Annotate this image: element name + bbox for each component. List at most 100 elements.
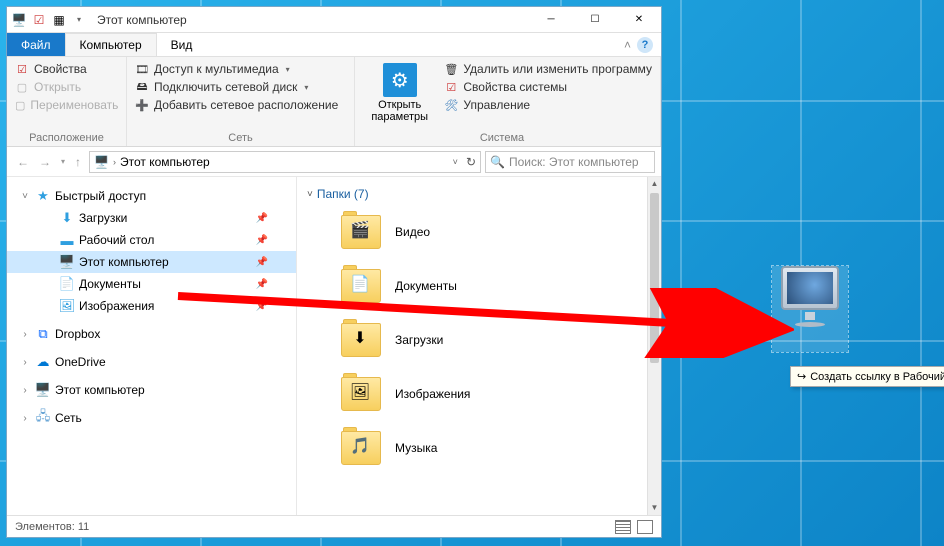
nav-up-icon[interactable]: ↑: [71, 153, 85, 171]
folder-label: Музыка: [395, 441, 437, 455]
folder-item[interactable]: 📄Документы: [337, 259, 643, 313]
folders-header-label: Папки (7): [317, 187, 369, 201]
details-view-icon[interactable]: [615, 520, 631, 534]
address-refresh-icon[interactable]: ↻: [466, 155, 476, 169]
sidebar-item-downloads[interactable]: ⬇ Загрузки 📌: [7, 207, 296, 229]
folder-label: Документы: [395, 279, 457, 293]
folder-item[interactable]: ⬇Загрузки: [337, 313, 643, 367]
scroll-thumb[interactable]: [650, 193, 659, 363]
folder-icon: 🎵: [341, 431, 381, 465]
sidebar-item-dropbox[interactable]: › ⧉ Dropbox: [7, 323, 296, 345]
ribbon-add-network[interactable]: ➕Добавить сетевое расположение: [133, 97, 348, 113]
ribbon-access-media-label: Доступ к мультимедиа: [154, 62, 279, 76]
chevron-right-icon: ›: [19, 413, 31, 424]
desktop-icon: ▬: [59, 232, 75, 248]
search-icon: 🔍: [490, 155, 505, 169]
sidebar-network-label: Сеть: [55, 411, 82, 425]
qat-new-folder-icon[interactable]: ▦: [51, 12, 67, 28]
ribbon-open: ▢Открыть: [13, 79, 120, 95]
qat-dropdown-icon[interactable]: ▾: [71, 12, 87, 28]
tab-view[interactable]: Вид: [157, 33, 207, 56]
ribbon-sys-props[interactable]: ☑Свойства системы: [442, 79, 654, 95]
address-dropdown-icon[interactable]: ˅: [453, 157, 458, 167]
nav-forward-icon[interactable]: →: [35, 153, 55, 171]
close-button[interactable]: ✕: [617, 7, 661, 33]
ribbon: ☑Свойства ▢Открыть ▢Переименовать Распол…: [7, 57, 661, 147]
sidebar-pictures-label: Изображения: [79, 299, 154, 313]
chevron-right-icon: ›: [19, 329, 31, 340]
shortcut-icon: ↪: [797, 370, 806, 383]
ribbon-open-label: Открыть: [34, 80, 81, 94]
network-icon: 🖧: [35, 410, 51, 426]
address-separator-icon: ›: [113, 157, 116, 167]
ribbon-properties[interactable]: ☑Свойства: [13, 61, 120, 77]
sidebar-item-this-pc-2[interactable]: › 🖥️ Этот компьютер: [7, 379, 296, 401]
ribbon-map-network-label: Подключить сетевой диск: [154, 80, 297, 94]
help-icon[interactable]: ?: [637, 37, 653, 53]
status-bar: Элементов: 11: [7, 515, 661, 537]
ribbon-manage[interactable]: 🛠Управление: [442, 97, 654, 113]
drop-tooltip: ↪ Создать ссылку в Рабочий стол: [790, 366, 944, 387]
gear-icon: ⚙: [383, 63, 417, 97]
nav-back-icon[interactable]: ←: [13, 153, 33, 171]
folder-item[interactable]: 🎬Видео: [337, 205, 643, 259]
sidebar-documents-label: Документы: [79, 277, 141, 291]
ribbon-open-settings[interactable]: ⚙ Открыть параметры: [361, 61, 438, 144]
ribbon-map-network[interactable]: 🖴Подключить сетевой диск▾: [133, 79, 348, 95]
computer-icon: 🖥️: [59, 254, 75, 270]
ribbon-collapse-icon[interactable]: ˄: [624, 38, 631, 52]
sidebar-quick-access-label: Быстрый доступ: [55, 189, 146, 203]
content-pane[interactable]: ˅ Папки (7) 🎬Видео📄Документы⬇Загрузки 🖼 Из…: [297, 177, 647, 515]
monitor-icon: [781, 266, 839, 310]
folder-label: Изображения: [395, 387, 470, 401]
ribbon-uninstall[interactable]: 🗑Удалить или изменить программу: [442, 61, 654, 77]
sidebar-onedrive-label: OneDrive: [55, 355, 106, 369]
scroll-down-icon[interactable]: ▼: [648, 501, 661, 515]
ribbon-sys-props-label: Свойства системы: [463, 80, 567, 94]
chevron-right-icon: ›: [19, 357, 31, 368]
folder-label: Загрузки: [395, 333, 443, 347]
folder-icon: 🖼: [341, 377, 381, 411]
nav-recent-icon[interactable]: ▾: [57, 155, 69, 168]
desktop-drop-target[interactable]: [772, 266, 848, 352]
ribbon-access-media[interactable]: 🎞Доступ к мультимедиа▾: [133, 61, 348, 77]
onedrive-icon: ☁: [35, 354, 51, 370]
sidebar-item-this-pc[interactable]: 🖥️ Этот компьютер 📌: [7, 251, 296, 273]
qat-properties-icon[interactable]: ☑: [31, 12, 47, 28]
folder-label: Видео: [395, 225, 430, 239]
ribbon-add-network-label: Добавить сетевое расположение: [154, 98, 338, 112]
file-explorer-window: 🖥️ ☑ ▦ ▾ Этот компьютер ─ ☐ ✕ Файл Компь…: [6, 6, 662, 538]
sidebar-item-desktop[interactable]: ▬ Рабочий стол 📌: [7, 229, 296, 251]
maximize-button[interactable]: ☐: [573, 7, 617, 33]
sidebar-item-network[interactable]: › 🖧 Сеть: [7, 407, 296, 429]
pictures-icon: 🖼: [59, 298, 75, 314]
search-input[interactable]: 🔍 Поиск: Этот компьютер: [485, 151, 655, 173]
sidebar-item-documents[interactable]: 📄 Документы 📌: [7, 273, 296, 295]
sidebar-item-pictures[interactable]: 🖼 Изображения 📌: [7, 295, 296, 317]
pin-icon: 📌: [256, 257, 288, 268]
folder-item[interactable]: 🖼 Изображения: [337, 367, 643, 421]
app-icon: 🖥️: [11, 12, 27, 28]
tab-file[interactable]: Файл: [7, 33, 65, 56]
sidebar-item-quick-access[interactable]: ˅ ★ Быстрый доступ: [7, 185, 296, 207]
address-bar[interactable]: 🖥️ › Этот компьютер ˅ ↻: [89, 151, 481, 173]
sidebar-dropbox-label: Dropbox: [55, 327, 100, 341]
drop-tooltip-label: Создать ссылку в Рабочий стол: [810, 371, 944, 383]
sidebar-desktop-label: Рабочий стол: [79, 233, 154, 247]
minimize-button[interactable]: ─: [529, 7, 573, 33]
folder-item[interactable]: 🎵 Музыка: [337, 421, 643, 475]
scroll-up-icon[interactable]: ▲: [648, 177, 661, 191]
quick-access-toolbar: 🖥️ ☑ ▦ ▾: [11, 12, 87, 28]
folders-section-header[interactable]: ˅ Папки (7): [301, 183, 643, 205]
tab-computer[interactable]: Компьютер: [65, 33, 157, 56]
tiles-view-icon[interactable]: [637, 520, 653, 534]
vertical-scrollbar[interactable]: ▲ ▼: [647, 177, 661, 515]
dropbox-icon: ⧉: [35, 326, 51, 342]
ribbon-group-network: Сеть: [133, 130, 348, 144]
pin-icon: 📌: [256, 213, 288, 224]
title-bar: 🖥️ ☑ ▦ ▾ Этот компьютер ─ ☐ ✕: [7, 7, 661, 33]
address-bar-row: ← → ▾ ↑ 🖥️ › Этот компьютер ˅ ↻ 🔍 Поиск:…: [7, 147, 661, 177]
status-item-count: Элементов: 11: [15, 521, 89, 533]
sidebar-item-onedrive[interactable]: › ☁ OneDrive: [7, 351, 296, 373]
documents-icon: 📄: [59, 276, 75, 292]
